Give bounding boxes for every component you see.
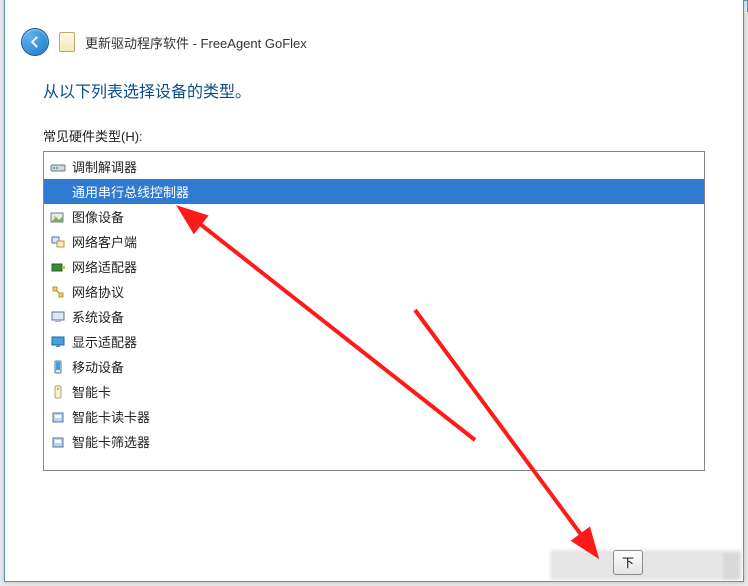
window-title: 更新驱动程序软件 - FreeAgent GoFlex <box>85 33 307 52</box>
list-item-label: 智能卡筛选器 <box>72 432 150 451</box>
page-heading: 从以下列表选择设备的类型。 <box>43 78 705 102</box>
list-item[interactable]: 显示适配器 <box>44 329 704 354</box>
list-item-label: 显示适配器 <box>72 332 137 351</box>
list-item[interactable]: 网络适配器 <box>44 254 704 279</box>
list-item-label: 系统设备 <box>72 307 124 326</box>
list-item[interactable]: 智能卡读卡器 <box>44 404 704 429</box>
list-item[interactable]: 网络协议 <box>44 279 704 304</box>
obscured-region <box>723 553 739 579</box>
list-item-label: 图像设备 <box>72 207 124 226</box>
list-item[interactable]: 智能卡筛选器 <box>44 429 704 454</box>
netadapter-icon <box>50 259 66 275</box>
drive-icon <box>59 32 75 52</box>
hardware-types-label: 常见硬件类型(H): <box>43 126 705 145</box>
arrow-left-icon <box>28 35 42 49</box>
dialog-frame: 更新驱动程序软件 - FreeAgent GoFlex 从以下列表选择设备的类型… <box>4 0 744 582</box>
hardware-list[interactable]: 调制解调器通用串行总线控制器图像设备网络客户端网络适配器网络协议系统设备显示适配… <box>44 152 704 470</box>
next-button[interactable]: 下 <box>613 550 643 575</box>
filter-icon <box>50 434 66 450</box>
mobile-icon <box>50 359 66 375</box>
list-item-label: 智能卡读卡器 <box>72 407 150 426</box>
netproto-icon <box>50 284 66 300</box>
list-item-label: 网络客户端 <box>72 232 137 251</box>
list-item-label: 网络协议 <box>72 282 124 301</box>
header-row: 更新驱动程序软件 - FreeAgent GoFlex <box>5 0 743 66</box>
smartcard-icon <box>50 384 66 400</box>
list-item-label: 智能卡 <box>72 382 111 401</box>
list-item-label: 调制解调器 <box>72 157 137 176</box>
content-area: 从以下列表选择设备的类型。 常见硬件类型(H): 调制解调器通用串行总线控制器图… <box>5 66 743 481</box>
list-item[interactable]: 图像设备 <box>44 204 704 229</box>
usb-icon <box>50 184 66 200</box>
list-item[interactable]: 智能卡 <box>44 379 704 404</box>
reader-icon <box>50 409 66 425</box>
list-item-label: 移动设备 <box>72 357 124 376</box>
display-icon <box>50 334 66 350</box>
list-item[interactable]: 调制解调器 <box>44 154 704 179</box>
back-button[interactable] <box>21 28 49 56</box>
list-item[interactable]: 系统设备 <box>44 304 704 329</box>
hardware-listbox: 调制解调器通用串行总线控制器图像设备网络客户端网络适配器网络协议系统设备显示适配… <box>43 151 705 471</box>
list-item-label: 通用串行总线控制器 <box>72 182 189 201</box>
list-item[interactable]: 移动设备 <box>44 354 704 379</box>
system-icon <box>50 309 66 325</box>
list-item[interactable]: 通用串行总线控制器 <box>44 179 704 204</box>
list-item-label: 网络适配器 <box>72 257 137 276</box>
obscured-region <box>551 551 741 579</box>
image-icon <box>50 209 66 225</box>
list-item[interactable]: 网络客户端 <box>44 229 704 254</box>
netclient-icon <box>50 234 66 250</box>
modem-icon <box>50 159 66 175</box>
